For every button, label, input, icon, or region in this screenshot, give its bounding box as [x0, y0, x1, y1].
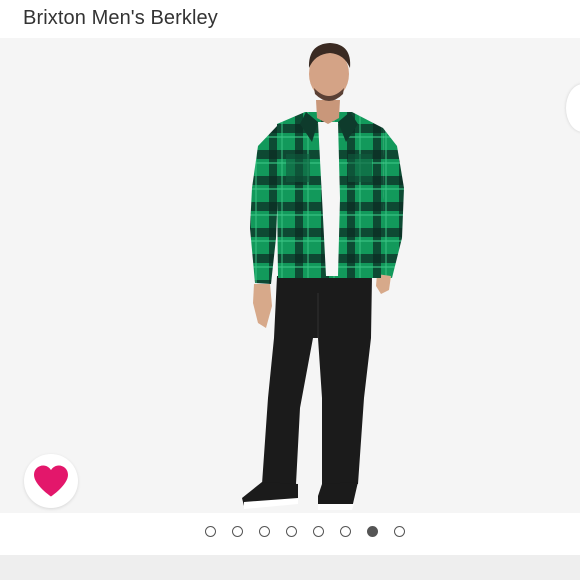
title-bar: Brixton Men's Berkley: [0, 0, 580, 38]
bottom-divider: [0, 555, 580, 580]
pagination-dot[interactable]: [259, 526, 270, 537]
product-image[interactable]: [0, 38, 580, 513]
product-title: Brixton Men's Berkley: [23, 7, 218, 29]
pagination-dot[interactable]: [340, 526, 351, 537]
pagination-dot[interactable]: [286, 526, 297, 537]
pagination-dot[interactable]: [232, 526, 243, 537]
wishlist-button[interactable]: [24, 454, 78, 508]
pagination-dot[interactable]: [367, 526, 378, 537]
pagination-dot[interactable]: [394, 526, 405, 537]
pagination-dots: [205, 526, 405, 537]
heart-icon: [34, 465, 68, 497]
product-image-carousel[interactable]: [0, 38, 580, 513]
pagination-dot[interactable]: [205, 526, 216, 537]
pagination-dot[interactable]: [313, 526, 324, 537]
carousel-pagination: [0, 513, 580, 555]
